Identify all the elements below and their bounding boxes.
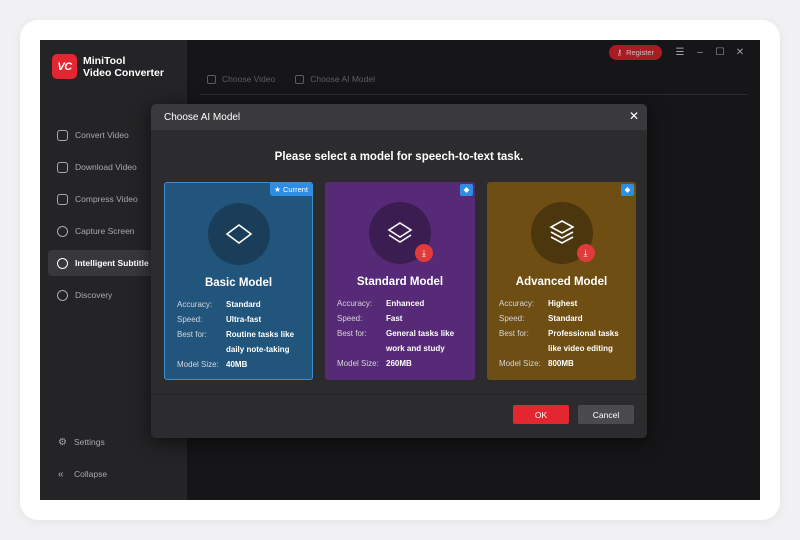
- double-chevron-left-icon: «: [58, 468, 64, 480]
- best-for-label: Best for:: [177, 330, 207, 339]
- accuracy-value: Highest: [548, 299, 578, 308]
- model-size-value: 800MB: [548, 359, 574, 368]
- model-specs: Accuracy: Standard Speed: Ultra-fast Best …: [177, 297, 306, 372]
- accuracy-value: Enhanced: [386, 299, 425, 308]
- model-name: Advanced Model: [515, 276, 608, 288]
- model-specs: Accuracy: Highest Speed: Standard Best for…: [499, 296, 628, 371]
- download-icon[interactable]: ⤓: [415, 244, 433, 262]
- app-title-line2: Video Converter: [83, 66, 164, 79]
- model-card-standard[interactable]: ◆ ⤓ Standard Model Accuracy: Enhanced Spe…: [325, 182, 475, 380]
- sidebar-item-label: Capture Screen: [75, 226, 135, 236]
- dialog-header: Choose AI Model: [151, 104, 647, 130]
- best-for-value: Professional tasks like video editing: [548, 329, 619, 353]
- speed-label: Speed:: [337, 314, 363, 323]
- gear-icon: ⚙: [58, 436, 67, 448]
- sidebar-item-label: Intelligent Subtitle: [75, 258, 149, 268]
- subtitle-icon: [57, 257, 68, 269]
- model-name: Standard Model: [356, 276, 444, 288]
- convert-icon: [57, 129, 68, 141]
- model-size-value: 40MB: [226, 360, 248, 369]
- model-name: Basic Model: [204, 277, 273, 289]
- app-title: MiniTool Video Converter: [83, 55, 164, 79]
- compress-icon: [57, 193, 68, 205]
- model-size-label: Model Size:: [337, 359, 379, 368]
- model-specs: Accuracy: Enhanced Speed: Fast Best for: Ge…: [337, 296, 466, 371]
- dialog-footer: OK Cancel: [151, 394, 647, 438]
- speed-label: Speed:: [177, 315, 203, 324]
- collapse-button[interactable]: « Collapse: [52, 462, 172, 486]
- download-icon: [57, 161, 68, 173]
- brand: VC MiniTool Video Converter: [52, 54, 164, 79]
- dialog-title: Choose AI Model: [164, 111, 241, 123]
- model-card-advanced[interactable]: ◆ ⤓ Advanced Model Accuracy: Highest Spee…: [487, 182, 636, 380]
- speed-value: Ultra-fast: [226, 315, 262, 324]
- best-for-label: Best for:: [499, 329, 529, 338]
- best-for-label: Best for:: [337, 329, 367, 338]
- settings-label: Settings: [74, 437, 105, 447]
- layer-icon: [207, 203, 270, 265]
- model-card-basic[interactable]: ★ Current Basic Model Accuracy: Standard …: [164, 182, 313, 380]
- speed-value: Fast: [386, 314, 403, 323]
- capture-icon: [57, 225, 68, 237]
- app-logo: VC: [52, 54, 77, 79]
- accuracy-label: Accuracy:: [177, 300, 213, 309]
- star-icon: ★: [274, 185, 281, 194]
- app-title-line1: MiniTool: [83, 54, 126, 67]
- ok-button[interactable]: OK: [513, 405, 569, 424]
- best-for-value: Routine tasks like daily note-taking: [226, 330, 295, 354]
- layers-icon: ⤓: [369, 202, 433, 264]
- speed-label: Speed:: [499, 314, 525, 323]
- current-badge: ★ Current: [270, 183, 312, 196]
- dialog-prompt: Please select a model for speech-to-text…: [274, 151, 524, 163]
- accuracy-label: Accuracy:: [499, 299, 535, 308]
- sidebar-item-label: Discovery: [75, 290, 113, 300]
- accuracy-label: Accuracy:: [337, 299, 373, 308]
- choose-ai-model-dialog: Choose AI Model ✕ Please select a model …: [151, 104, 647, 438]
- accuracy-value: Standard: [226, 300, 261, 309]
- diamond-icon: ◆: [621, 184, 634, 196]
- current-badge-label: Current: [282, 185, 308, 194]
- speed-value: Standard: [548, 314, 583, 323]
- sidebar-item-label: Compress Video: [75, 194, 138, 204]
- stacked-layers-icon: ⤓: [530, 202, 595, 264]
- cancel-button[interactable]: Cancel: [578, 405, 634, 424]
- discovery-icon: [57, 289, 68, 301]
- model-size-label: Model Size:: [177, 360, 219, 369]
- sidebar-item-label: Download Video: [75, 162, 137, 172]
- best-for-value: General tasks like work and study: [386, 329, 455, 353]
- sidebar-item-label: Convert Video: [75, 130, 129, 140]
- diamond-icon: ◆: [460, 184, 473, 196]
- download-icon[interactable]: ⤓: [576, 244, 595, 262]
- collapse-label: Collapse: [74, 469, 108, 479]
- close-icon[interactable]: ✕: [629, 109, 639, 123]
- model-cards: ★ Current Basic Model Accuracy: Standard …: [164, 182, 636, 380]
- model-size-value: 260MB: [386, 359, 412, 368]
- model-size-label: Model Size:: [499, 359, 541, 368]
- sidebar-bottom: ⚙ Settings « Collapse: [52, 430, 172, 494]
